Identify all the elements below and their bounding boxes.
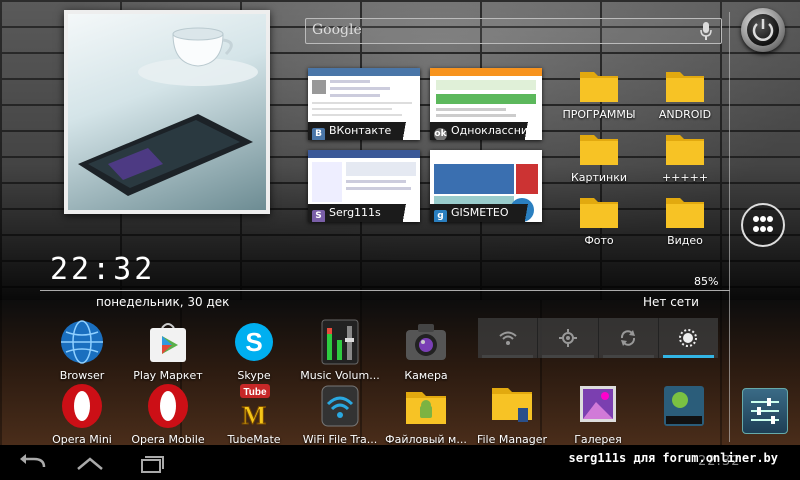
app-browser[interactable]: Browser — [39, 318, 125, 382]
folder-label: Фото — [584, 234, 614, 247]
home-button[interactable] — [70, 451, 110, 475]
back-button[interactable] — [14, 451, 54, 475]
folder-icon — [664, 192, 706, 230]
app-file-manager[interactable]: File Manager — [469, 382, 555, 446]
network-status: Нет сети — [643, 295, 699, 309]
play-store-icon — [144, 318, 192, 366]
vk-icon: В — [312, 128, 325, 140]
svg-text:M: M — [242, 401, 267, 430]
opera-icon — [58, 382, 106, 430]
photo-frame-widget[interactable] — [64, 10, 270, 214]
photo-image — [68, 14, 266, 210]
gismeteo-icon: g — [434, 210, 447, 222]
app-label: Browser — [59, 369, 105, 382]
google-logo: Google — [312, 22, 362, 38]
app-opera-mini[interactable]: Opera Mini — [39, 382, 125, 446]
skype-icon: S — [230, 318, 278, 366]
app-file-manager-ru[interactable]: Файловый м... — [383, 382, 469, 446]
app-drawer-button[interactable] — [741, 203, 785, 247]
app-label: Skype — [237, 369, 271, 382]
brightness-icon — [679, 329, 698, 347]
tubemate-badge: Tube — [243, 387, 267, 398]
battery-level: 85% — [694, 275, 719, 288]
folder-icon — [578, 192, 620, 230]
camera-icon — [402, 318, 450, 366]
wifi-icon — [498, 331, 517, 345]
power-icon — [752, 19, 774, 41]
folder-label: Видео — [667, 234, 703, 247]
recent-app-label: GISMETEO — [451, 206, 509, 219]
profile-icon: S — [312, 210, 325, 222]
google-search-bar[interactable]: Google — [305, 18, 722, 44]
wifi-icon — [316, 382, 364, 430]
grid-icon — [753, 216, 773, 232]
folder-plus[interactable]: +++++ — [640, 129, 730, 184]
app-tubemate[interactable]: Tube M TubeMate — [211, 382, 297, 446]
brightness-toggle[interactable] — [659, 318, 718, 358]
app-label: Music Volum... — [300, 369, 380, 382]
folder-android-icon — [402, 382, 450, 430]
recent-app-serg111s[interactable]: S Serg111s — [308, 150, 420, 222]
tubemate-icon: Tube M — [230, 382, 278, 431]
recent-app-gismeteo[interactable]: g GISMETEO — [430, 150, 542, 222]
gps-toggle[interactable] — [538, 318, 599, 358]
clock-time[interactable]: 22:32 — [50, 252, 155, 287]
folder-video[interactable]: Видео — [640, 192, 730, 247]
wifi-toggle[interactable] — [478, 318, 539, 358]
folder-programmy[interactable]: ПРОГРАММЫ — [554, 66, 644, 121]
folder-icon — [488, 382, 536, 430]
recent-apps-button[interactable] — [130, 451, 170, 475]
app-music-volume[interactable]: Music Volum... — [297, 318, 383, 382]
recent-app-odnoklassniki[interactable]: ok Одноклассни... — [430, 68, 542, 140]
folder-android[interactable]: ANDROID — [640, 66, 730, 121]
app-wifi-file-transfer[interactable]: WiFi File Tra... — [297, 382, 383, 446]
app-play-market[interactable]: Play Маркет — [125, 318, 211, 382]
sliders-icon — [751, 398, 779, 424]
recent-app-vkontakte[interactable]: В ВКонтакте — [308, 68, 420, 140]
recent-app-label: Одноклассни... — [451, 124, 539, 137]
app-label: Камера — [404, 369, 448, 382]
folder-foto[interactable]: Фото — [554, 192, 644, 247]
settings-shortcut[interactable] — [742, 388, 788, 434]
folder-kartinki[interactable]: Картинки — [554, 129, 644, 184]
folder-label: ПРОГРАММЫ — [562, 108, 636, 121]
watermark-text: serg111s для forum.onliner.by — [568, 451, 778, 465]
folder-icon — [664, 66, 706, 104]
app-gallery[interactable]: Галерея — [555, 382, 641, 446]
app-skype[interactable]: S Skype — [211, 318, 297, 382]
app-opera-mobile[interactable]: Opera Mobile — [125, 382, 211, 446]
app-camera[interactable]: Камера — [383, 318, 469, 382]
folder-label: Картинки — [570, 171, 628, 184]
dock-divider — [729, 12, 730, 442]
folder-label: +++++ — [661, 171, 709, 184]
app-storage[interactable] — [641, 382, 727, 433]
sync-toggle[interactable] — [599, 318, 659, 358]
gps-icon — [558, 329, 577, 347]
clock-divider — [40, 290, 730, 291]
storage-icon — [660, 382, 708, 430]
recent-app-label: Serg111s — [329, 206, 381, 219]
folder-icon — [664, 129, 706, 167]
svg-text:S: S — [245, 327, 262, 357]
power-control-widget — [478, 318, 718, 358]
opera-icon — [144, 382, 192, 430]
power-button[interactable] — [741, 8, 785, 52]
globe-icon — [58, 318, 106, 366]
recent-apps-icon — [141, 456, 164, 473]
microphone-icon[interactable] — [699, 21, 713, 45]
equalizer-icon — [316, 318, 364, 366]
app-label: Play Маркет — [133, 369, 203, 382]
back-icon — [20, 454, 46, 468]
clock-date: понедельник, 30 дек — [96, 295, 230, 309]
folder-label: ANDROID — [658, 108, 712, 121]
gallery-icon — [574, 382, 622, 430]
folder-icon — [578, 66, 620, 104]
sync-icon — [621, 330, 636, 346]
odnoklassniki-icon: ok — [434, 128, 447, 140]
recent-app-label: ВКонтакте — [329, 124, 392, 137]
folder-icon — [578, 129, 620, 167]
home-icon — [77, 457, 103, 470]
